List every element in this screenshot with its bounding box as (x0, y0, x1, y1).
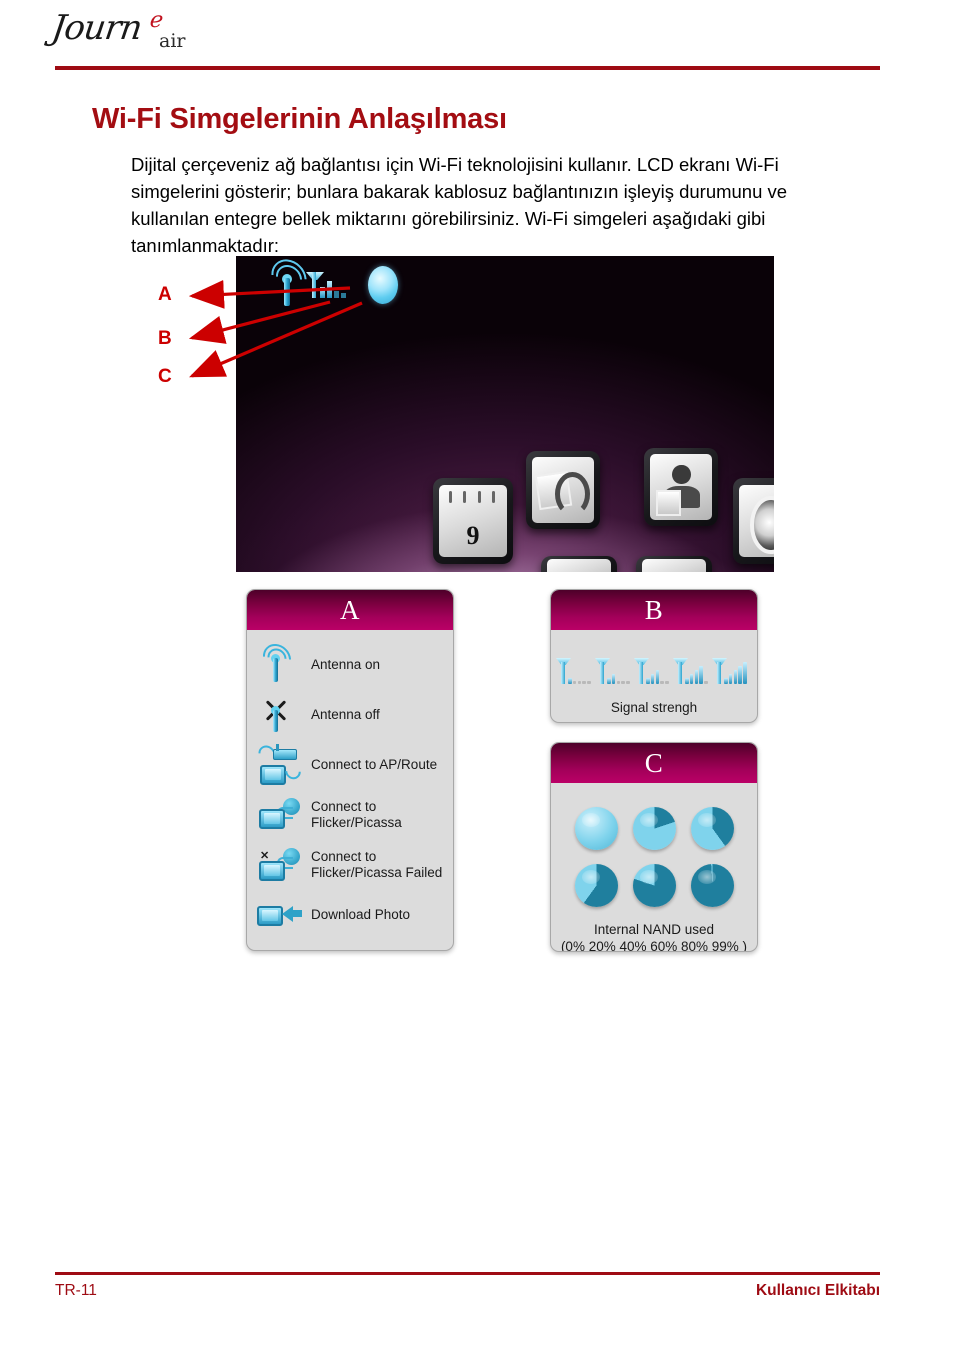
footer-divider (55, 1272, 880, 1275)
lcd-app-tile-calendar: 9 (433, 478, 513, 564)
nand-usage-caption-line2: (0% 20% 40% 60% 80% 99% ) (560, 939, 748, 952)
lcd-app-tile-partial-1 (541, 556, 617, 572)
legend-row: Connect to Flicker/Picassa (247, 790, 453, 840)
intro-paragraph: Dijital çerçeveniz ağ bağlantısı için Wi… (131, 153, 788, 256)
nand-usage-pie (574, 864, 618, 907)
nand-usage-pie (632, 807, 676, 850)
antenna-icon (264, 256, 314, 308)
connect-flicker-picassa-icon (257, 795, 305, 835)
signal-strength-icon (673, 658, 709, 688)
lcd-app-tile-partial-2 (636, 556, 712, 572)
legend-panel-c-title: C (644, 747, 664, 778)
lcd-app-tile-people (644, 448, 718, 526)
signal-strength-caption: Signal strengh (610, 700, 698, 715)
lcd-status-bar (250, 256, 400, 310)
brand-logo-main: Journ (49, 8, 144, 48)
legend-panel-c-header: C (551, 743, 757, 783)
legend-row: Antenna on (247, 638, 453, 690)
footer-page-number: TR-11 (55, 1282, 97, 1299)
legend-label: Antenna on (311, 657, 381, 672)
brand-logo-sub: air (159, 30, 186, 52)
antenna-on-icon (257, 638, 305, 685)
legend-panel-b: B Signal strengh (550, 589, 758, 723)
antenna-off-icon (257, 695, 305, 735)
signal-strength-icon (595, 658, 631, 688)
callout-label-a: A (158, 284, 172, 305)
signal-strength-icon (712, 658, 748, 688)
legend-label: Connect to Flicker/Picassa Failed (311, 849, 443, 880)
nand-usage-pies (551, 793, 757, 907)
lcd-app-tile-speaker (733, 478, 774, 564)
nand-usage-pie (690, 807, 734, 850)
legend-panel-a-header: A (247, 590, 453, 630)
nand-usage-pie (632, 864, 676, 907)
connect-failed-icon: ✕ (257, 845, 305, 885)
legend-panel-a-title: A (340, 594, 360, 625)
page-title: Wi-Fi Simgelerinin Anlaşılması (92, 103, 507, 136)
nand-usage-caption: Internal NAND used (0% 20% 40% 60% 80% 9… (551, 921, 757, 952)
nand-usage-caption-line1: Internal NAND used (593, 922, 715, 937)
footer-document-title: Kullanıcı Elkitabı (755, 1282, 880, 1299)
legend-panel-a-body: Antenna on Antenna off Connect to AP/Rou… (247, 630, 453, 948)
nand-usage-pie (574, 807, 618, 850)
legend-panel-a: A Antenna on Antenna off Connect to AP/R… (246, 589, 454, 951)
brand-logo: Journ e air (49, 6, 232, 58)
legend-panel-c: C Internal NAND used (0% 20% 40% 60% 80%… (550, 742, 758, 952)
page-header: Journ e air (0, 0, 954, 70)
legend-row: Download Photo (247, 890, 453, 940)
callout-label-c: C (158, 366, 172, 387)
nand-usage-pie (690, 864, 734, 907)
nand-usage-icon (368, 266, 398, 304)
lcd-app-tile-photo-music (526, 451, 600, 529)
legend-label: Connect to AP/Route (311, 757, 438, 772)
legend-panel-b-header: B (551, 590, 757, 630)
download-photo-icon (257, 895, 305, 935)
legend-label: Antenna off (311, 707, 380, 722)
legend-panel-b-body: Signal strengh (551, 630, 757, 722)
legend-row: Antenna off (247, 690, 453, 740)
callout-label-b: B (158, 328, 172, 349)
signal-strength-icon (556, 658, 592, 688)
legend-row: ✕ Connect to Flicker/Picassa Failed (247, 840, 453, 890)
signal-bars-icon (306, 272, 356, 306)
legend-panel-c-body: Internal NAND used (0% 20% 40% 60% 80% 9… (551, 783, 757, 952)
lcd-calendar-day: 9 (466, 521, 480, 551)
legend-panel-b-title: B (644, 594, 664, 625)
signal-strength-icons (551, 652, 757, 688)
lcd-screenshot: 9 (236, 256, 774, 572)
legend-label: Download Photo (311, 907, 411, 922)
signal-strength-icon (634, 658, 670, 688)
header-divider (55, 66, 880, 70)
legend-row: Connect to AP/Route (247, 740, 453, 790)
legend-label: Connect to Flicker/Picassa (311, 799, 402, 830)
connect-ap-route-icon (254, 741, 305, 785)
